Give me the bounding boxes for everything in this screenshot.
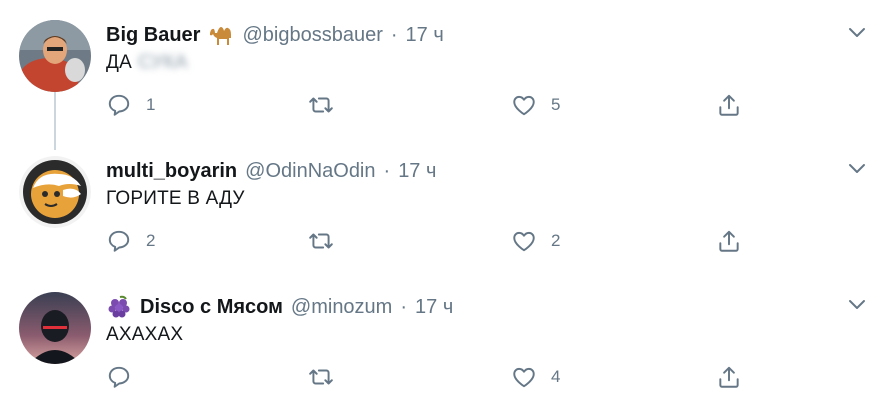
like-button[interactable]: 5 <box>511 92 560 118</box>
tweet-actions: 1 5 <box>106 92 766 122</box>
share-button[interactable] <box>716 92 742 118</box>
reply-icon <box>108 94 130 116</box>
separator-dot: · <box>400 295 408 318</box>
reply-button[interactable] <box>106 364 146 390</box>
heart-icon <box>513 95 535 116</box>
retweet-icon <box>309 233 333 249</box>
separator-dot: · <box>390 23 398 46</box>
user-handle[interactable]: @minozum <box>291 296 392 319</box>
tweet-text: АХАХАХ <box>106 324 184 345</box>
retweet-button[interactable] <box>308 364 348 390</box>
camel-icon <box>208 23 234 47</box>
share-button[interactable] <box>716 364 742 390</box>
tweet-text: ДА СУКА <box>106 52 188 74</box>
chevron-down-icon[interactable] <box>848 26 866 40</box>
timestamp[interactable]: 17 ч <box>415 296 453 319</box>
share-icon <box>719 94 739 116</box>
heart-icon <box>513 367 535 388</box>
chevron-down-icon[interactable] <box>848 298 866 312</box>
like-button[interactable]: 2 <box>511 228 560 254</box>
display-name[interactable]: multi_boyarin <box>106 160 237 183</box>
grapes-icon <box>106 295 132 319</box>
tweet-text-censored: СУКА <box>137 52 188 73</box>
avatar[interactable] <box>19 156 91 228</box>
tweet-text-visible: ДА <box>106 52 132 73</box>
avatar[interactable] <box>19 292 91 364</box>
thread-connector <box>54 92 56 150</box>
reply-icon <box>108 366 130 388</box>
tweet-actions: 4 <box>106 364 766 394</box>
display-name[interactable]: Big Bauer <box>106 24 200 47</box>
retweet-button[interactable] <box>308 228 348 254</box>
reply-button[interactable]: 1 <box>106 92 155 118</box>
separator-dot: · <box>383 159 391 182</box>
user-handle[interactable]: @OdinNaOdin <box>245 160 375 183</box>
tweet-actions: 2 2 <box>106 228 766 258</box>
tweet-text: ГОРИТЕ В АДУ <box>106 188 245 209</box>
display-name[interactable]: Disco с Мясом <box>140 296 283 319</box>
tweet-header: multi_boyarin @OdinNaOdin · 17 ч <box>106 158 436 184</box>
timestamp[interactable]: 17 ч <box>406 24 444 47</box>
reply-button[interactable]: 2 <box>106 228 155 254</box>
retweet-icon <box>309 97 333 113</box>
share-button[interactable] <box>716 228 742 254</box>
reply-count: 2 <box>146 231 156 250</box>
retweet-button[interactable] <box>308 92 348 118</box>
replies-feed: Big Bauer @bigbossbauer · 17 ч ДАСУКА 1 <box>0 0 889 406</box>
user-handle[interactable]: @bigbossbauer <box>242 24 382 47</box>
retweet-icon <box>309 369 333 385</box>
like-count: 4 <box>551 367 561 386</box>
like-count: 5 <box>551 95 561 114</box>
timestamp[interactable]: 17 ч <box>398 160 436 183</box>
reply-count: 1 <box>146 95 156 114</box>
reply-icon <box>108 230 130 252</box>
heart-icon <box>513 231 535 252</box>
share-icon <box>719 230 739 252</box>
tweet-header: Disco с Мясом @minozum · 17 ч <box>106 294 453 320</box>
like-count: 2 <box>551 231 561 250</box>
chevron-down-icon[interactable] <box>848 162 866 176</box>
avatar[interactable] <box>19 20 91 92</box>
share-icon <box>719 366 739 388</box>
like-button[interactable]: 4 <box>511 364 560 390</box>
tweet-header: Big Bauer @bigbossbauer · 17 ч <box>106 22 444 48</box>
